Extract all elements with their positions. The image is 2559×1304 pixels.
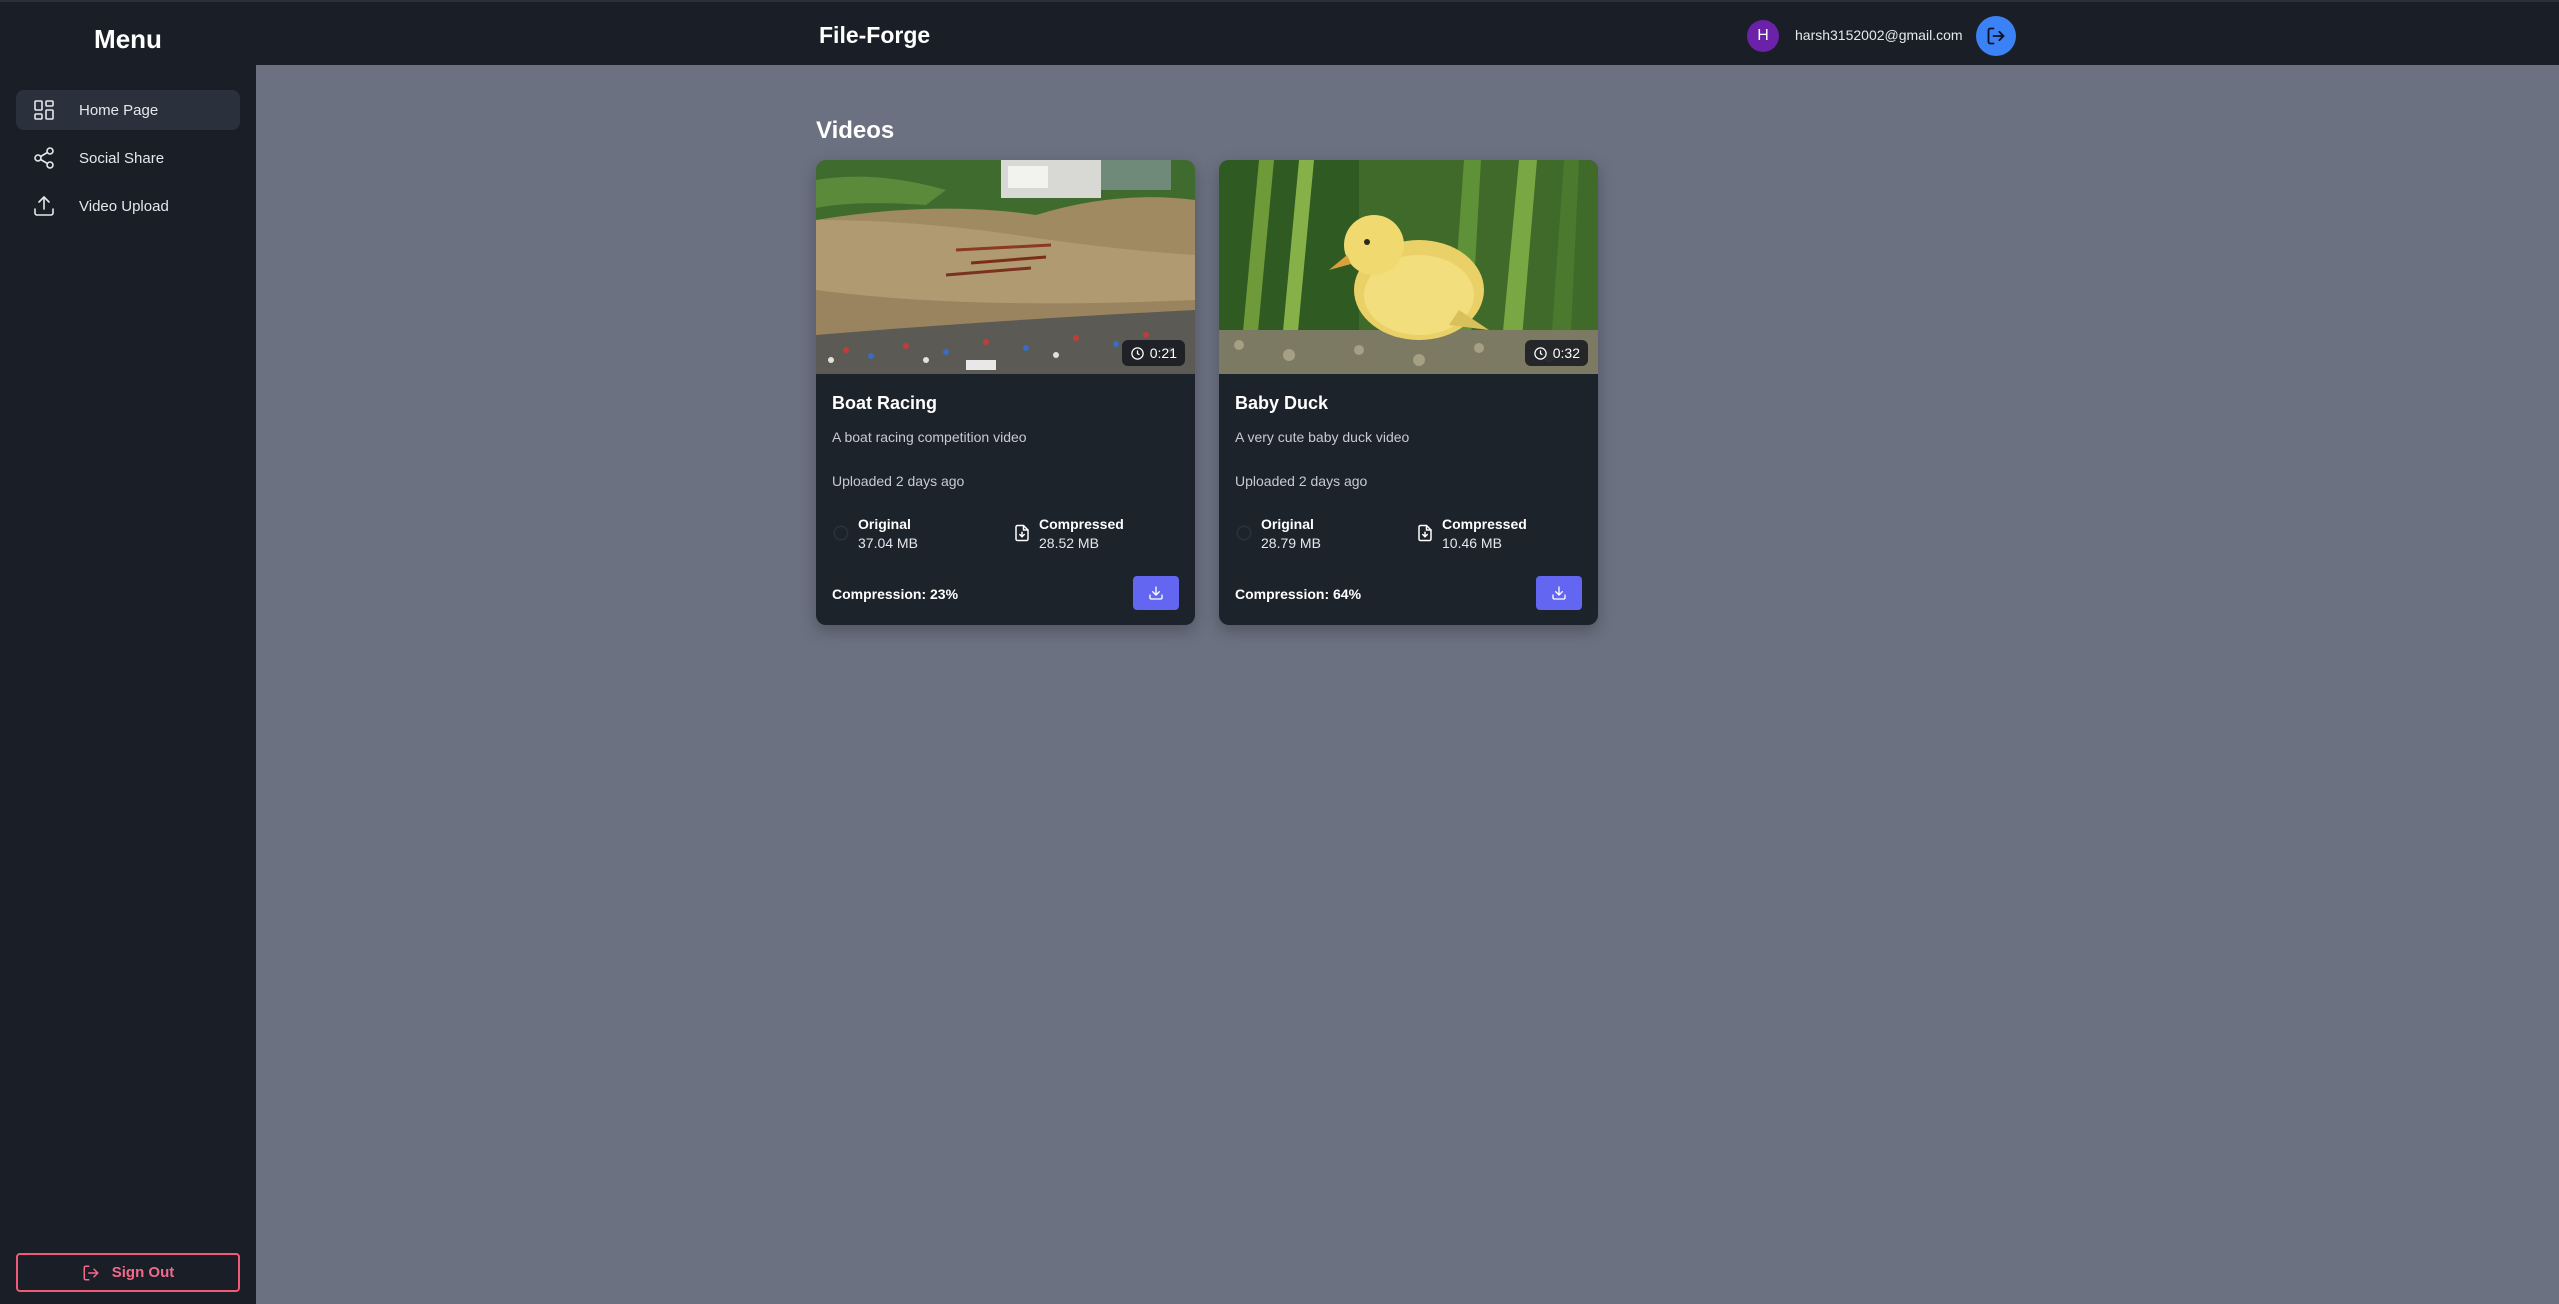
compressed-size-stat: Compressed 10.46 MB: [1416, 515, 1527, 553]
upload-icon: [34, 196, 54, 216]
sidebar-item-label: Video Upload: [79, 197, 169, 215]
video-card[interactable]: 0:32 Baby Duck A very cute baby duck vid…: [1219, 160, 1598, 625]
sidebar: Menu Home Page Social Share Video Upload…: [0, 0, 256, 1304]
compression-ratio: Compression: 64%: [1235, 586, 1362, 602]
original-label: Original: [858, 516, 911, 532]
avatar[interactable]: H: [1747, 20, 1779, 52]
logout-button[interactable]: [1976, 16, 2016, 56]
compression-ratio: Compression: 23%: [832, 586, 959, 602]
sign-out-label: Sign Out: [111, 1264, 175, 1281]
video-card[interactable]: 0:21 Boat Racing A boat racing competiti…: [816, 160, 1195, 625]
share-icon: [34, 147, 54, 169]
page-title: Videos: [816, 117, 895, 144]
file-download-icon: [1418, 524, 1432, 542]
top-navbar: File-Forge H harsh3152002@gmail.com: [0, 0, 2559, 65]
grid-icon: [34, 100, 54, 120]
video-thumbnail[interactable]: 0:21: [816, 160, 1195, 374]
video-title: Baby Duck: [1235, 393, 1329, 413]
download-icon: [1552, 586, 1566, 600]
file-icon: [1236, 525, 1252, 541]
file-download-icon: [1015, 524, 1029, 542]
upload-time: Uploaded 2 days ago: [832, 473, 965, 489]
sign-out-button[interactable]: Sign Out: [16, 1253, 240, 1292]
original-size: 37.04 MB: [858, 535, 918, 551]
original-label: Original: [1261, 516, 1314, 532]
video-title: Boat Racing: [832, 393, 938, 413]
video-thumbnail[interactable]: 0:32: [1219, 160, 1598, 374]
brand-title[interactable]: File-Forge: [819, 22, 930, 49]
sidebar-title: Menu: [94, 24, 162, 54]
compressed-size: 10.46 MB: [1442, 535, 1502, 551]
sidebar-item-label: Social Share: [79, 149, 165, 167]
user-email: harsh3152002@gmail.com: [1795, 27, 1963, 43]
original-size-stat: Original 37.04 MB: [832, 515, 918, 553]
duration-badge: 0:21: [1121, 340, 1185, 366]
clock-icon: [1534, 346, 1547, 360]
upload-time: Uploaded 2 days ago: [1235, 473, 1368, 489]
clock-icon: [1131, 346, 1144, 360]
compressed-size: 28.52 MB: [1039, 535, 1099, 551]
original-size-stat: Original 28.79 MB: [1235, 515, 1321, 553]
compressed-label: Compressed: [1442, 516, 1527, 532]
original-size: 28.79 MB: [1261, 535, 1321, 551]
duration-badge: 0:32: [1524, 340, 1588, 366]
sidebar-item-home-page[interactable]: Home Page: [16, 90, 240, 130]
download-button[interactable]: [1536, 576, 1582, 610]
download-button[interactable]: [1133, 576, 1179, 610]
logout-icon: [1987, 27, 2005, 45]
compressed-size-stat: Compressed 28.52 MB: [1013, 515, 1124, 553]
sidebar-item-social-share[interactable]: Social Share: [16, 138, 240, 178]
video-description: A boat racing competition video: [832, 429, 1027, 445]
logout-icon: [83, 1265, 99, 1280]
duration-text: 0:21: [1149, 345, 1177, 361]
file-icon: [833, 525, 849, 541]
sidebar-item-label: Home Page: [79, 101, 159, 119]
duration-text: 0:32: [1552, 345, 1580, 361]
video-description: A very cute baby duck video: [1235, 429, 1410, 445]
compressed-label: Compressed: [1039, 516, 1124, 532]
download-icon: [1149, 586, 1163, 600]
sidebar-item-video-upload[interactable]: Video Upload: [16, 186, 240, 226]
